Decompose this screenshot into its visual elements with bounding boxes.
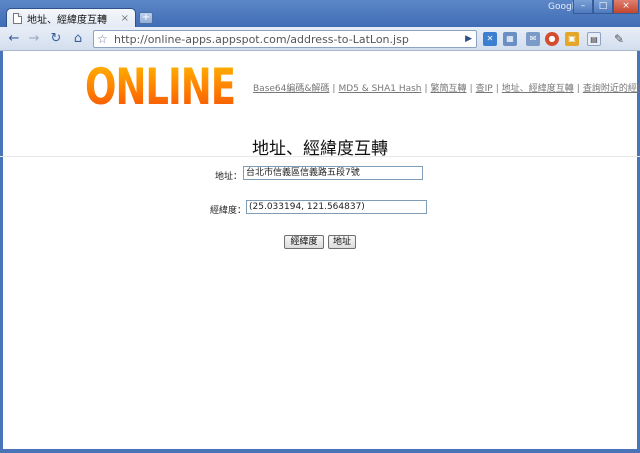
window-border-left — [0, 51, 3, 449]
nav-link-ip[interactable]: 查IP — [476, 84, 493, 94]
window-close-button[interactable]: × — [613, 0, 639, 14]
nav-separator: | — [469, 84, 473, 94]
window-border-bottom — [0, 449, 640, 453]
divider — [0, 156, 640, 157]
address-input[interactable]: 台北市信義區信義路五段7號 — [243, 166, 423, 180]
window-controls: – □ × — [573, 0, 639, 14]
nav-link-address-latlon[interactable]: 地址、經緯度互轉 — [502, 84, 574, 94]
nav-link-base64[interactable]: Base64編碼&解碼 — [253, 84, 329, 94]
nav-separator: | — [576, 84, 580, 94]
to-address-button[interactable]: 地址 — [328, 235, 356, 249]
minimize-button[interactable]: – — [573, 0, 593, 14]
chrome-icon[interactable]: ● — [545, 32, 559, 46]
address-bar[interactable]: ☆ http://online-apps.appspot.com/address… — [93, 30, 477, 48]
nav-separator: | — [424, 84, 428, 94]
star-icon[interactable]: ☆ — [97, 31, 108, 48]
page-menu-icon[interactable]: ▤ — [587, 32, 601, 46]
site-logo[interactable]: ONLINE APPS — [85, 48, 353, 129]
to-latlon-button[interactable]: 經緯度 — [284, 235, 324, 249]
nav-link-nearby[interactable]: 查詢附近的經緯度 — [583, 84, 640, 94]
new-tab-button[interactable]: + — [139, 12, 153, 24]
maximize-button[interactable]: □ — [593, 0, 613, 14]
close-icon[interactable]: × — [121, 13, 129, 24]
site-nav: Base64編碼&解碼 | MD5 & SHA1 Hash | 繁簡互轉 | 查IP | 地址、… — [253, 81, 640, 94]
latlon-label: 經緯度： — [209, 206, 246, 216]
puzzle-icon[interactable]: ✕ — [483, 32, 497, 46]
page-icon — [13, 13, 22, 24]
go-icon[interactable]: ▶ — [465, 31, 472, 48]
mail-icon[interactable]: ✉ — [526, 32, 540, 46]
tab-title: 地址、經緯度互轉 — [27, 15, 107, 26]
image-icon[interactable]: ▣ — [565, 32, 579, 46]
latlon-input[interactable]: (25.033194, 121.564837) — [246, 200, 427, 214]
nav-link-md5[interactable]: MD5 & SHA1 Hash — [338, 84, 421, 94]
calendar-icon[interactable]: ▦ — [503, 32, 517, 46]
forward-icon[interactable]: → — [26, 31, 42, 47]
browser-titlebar: 地址、經緯度互轉 × + Google – □ × — [0, 0, 640, 28]
nav-link-convert[interactable]: 繁簡互轉 — [431, 84, 467, 94]
wrench-icon[interactable]: ✎ — [612, 32, 626, 46]
home-icon[interactable]: ⌂ — [70, 31, 86, 47]
back-icon[interactable]: ← — [6, 31, 22, 47]
nav-separator: | — [495, 84, 499, 94]
reload-icon[interactable]: ↻ — [48, 31, 64, 47]
browser-tab[interactable]: 地址、經緯度互轉 × — [6, 8, 136, 28]
url-text[interactable]: http://online-apps.appspot.com/address-t… — [114, 32, 409, 47]
address-label: 地址： — [214, 172, 242, 182]
